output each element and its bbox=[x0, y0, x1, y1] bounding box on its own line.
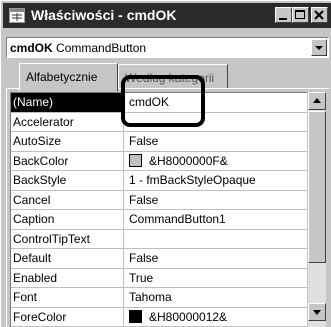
property-row-default[interactable]: Default False bbox=[11, 249, 307, 269]
property-value-cell[interactable]: &H8000000F& bbox=[125, 152, 307, 171]
arrow-down-icon bbox=[309, 309, 325, 323]
property-row-autosize[interactable]: AutoSize False bbox=[11, 132, 307, 152]
property-row-cancel[interactable]: Cancel False bbox=[11, 190, 307, 210]
property-row-enabled[interactable]: Enabled True bbox=[11, 268, 307, 288]
property-name: ControlTipText bbox=[11, 229, 124, 248]
close-button[interactable] bbox=[311, 7, 328, 23]
color-swatch bbox=[129, 309, 142, 323]
property-name: Default bbox=[11, 249, 124, 268]
object-type: CommandButton bbox=[56, 41, 147, 55]
object-selector[interactable]: cmdOK CommandButton bbox=[6, 37, 329, 58]
arrow-up-icon bbox=[309, 98, 325, 112]
property-name: BackStyle bbox=[11, 171, 124, 190]
tab-alphabetic[interactable]: Alfabetycznie bbox=[19, 63, 118, 91]
property-row-backcolor[interactable]: BackColor &H8000000F& bbox=[11, 151, 307, 171]
property-row-caption[interactable]: Caption CommandButton1 bbox=[11, 210, 307, 230]
property-name: Cancel bbox=[11, 190, 124, 209]
property-value[interactable]: True bbox=[125, 269, 307, 288]
scroll-down-button[interactable] bbox=[308, 303, 326, 321]
property-value[interactable]: False bbox=[125, 191, 307, 210]
properties-window: Właściwości - cmdOK cmdOK CommandButton … bbox=[0, 0, 331, 327]
property-value: &H8000000F& bbox=[149, 153, 228, 168]
property-name: (Name) bbox=[11, 93, 124, 112]
property-row-controltiptext[interactable]: ControlTipText bbox=[11, 229, 307, 249]
property-name: Font bbox=[11, 288, 124, 307]
annotation-highlight-box bbox=[121, 75, 205, 127]
vertical-scrollbar[interactable] bbox=[308, 92, 326, 327]
property-row-backstyle[interactable]: BackStyle 1 - fmBackStyleOpaque bbox=[11, 171, 307, 191]
property-value[interactable]: CommandButton1 bbox=[125, 210, 307, 229]
object-selector-text: cmdOK CommandButton bbox=[10, 41, 146, 55]
property-grid: (Name) cmdOK Accelerator AutoSize False … bbox=[10, 92, 307, 327]
dropdown-button[interactable] bbox=[311, 39, 327, 56]
property-value[interactable]: Tahoma bbox=[125, 288, 307, 307]
property-name: Caption bbox=[11, 210, 124, 229]
property-name: Accelerator bbox=[11, 112, 124, 131]
property-value[interactable]: False bbox=[125, 132, 307, 151]
property-value-cell[interactable]: &H80000012& bbox=[125, 308, 307, 327]
color-swatch bbox=[129, 153, 142, 167]
maximize-button[interactable] bbox=[292, 7, 309, 23]
property-value[interactable] bbox=[125, 230, 307, 249]
property-value[interactable]: 1 - fmBackStyleOpaque bbox=[125, 171, 307, 190]
property-name: Enabled bbox=[11, 268, 124, 287]
property-name: ForeColor bbox=[11, 307, 124, 326]
tab-label: Alfabetycznie bbox=[26, 70, 98, 84]
property-value: &H80000012& bbox=[149, 309, 228, 324]
property-value[interactable]: False bbox=[125, 249, 307, 268]
window-title: Właściwości - cmdOK bbox=[31, 7, 177, 23]
minimize-button[interactable] bbox=[275, 7, 292, 23]
property-row-forecolor[interactable]: ForeColor &H80000012& bbox=[11, 307, 307, 327]
property-name: BackColor bbox=[11, 151, 124, 170]
property-row-font[interactable]: Font Tahoma bbox=[11, 288, 307, 308]
title-bar[interactable]: Właściwości - cmdOK bbox=[3, 3, 331, 28]
property-name: AutoSize bbox=[11, 132, 124, 151]
chevron-down-icon bbox=[312, 44, 326, 58]
scrollbar-thumb[interactable] bbox=[308, 111, 326, 263]
object-name: cmdOK bbox=[10, 41, 53, 55]
properties-window-icon bbox=[9, 8, 25, 23]
scroll-up-button[interactable] bbox=[308, 92, 326, 110]
